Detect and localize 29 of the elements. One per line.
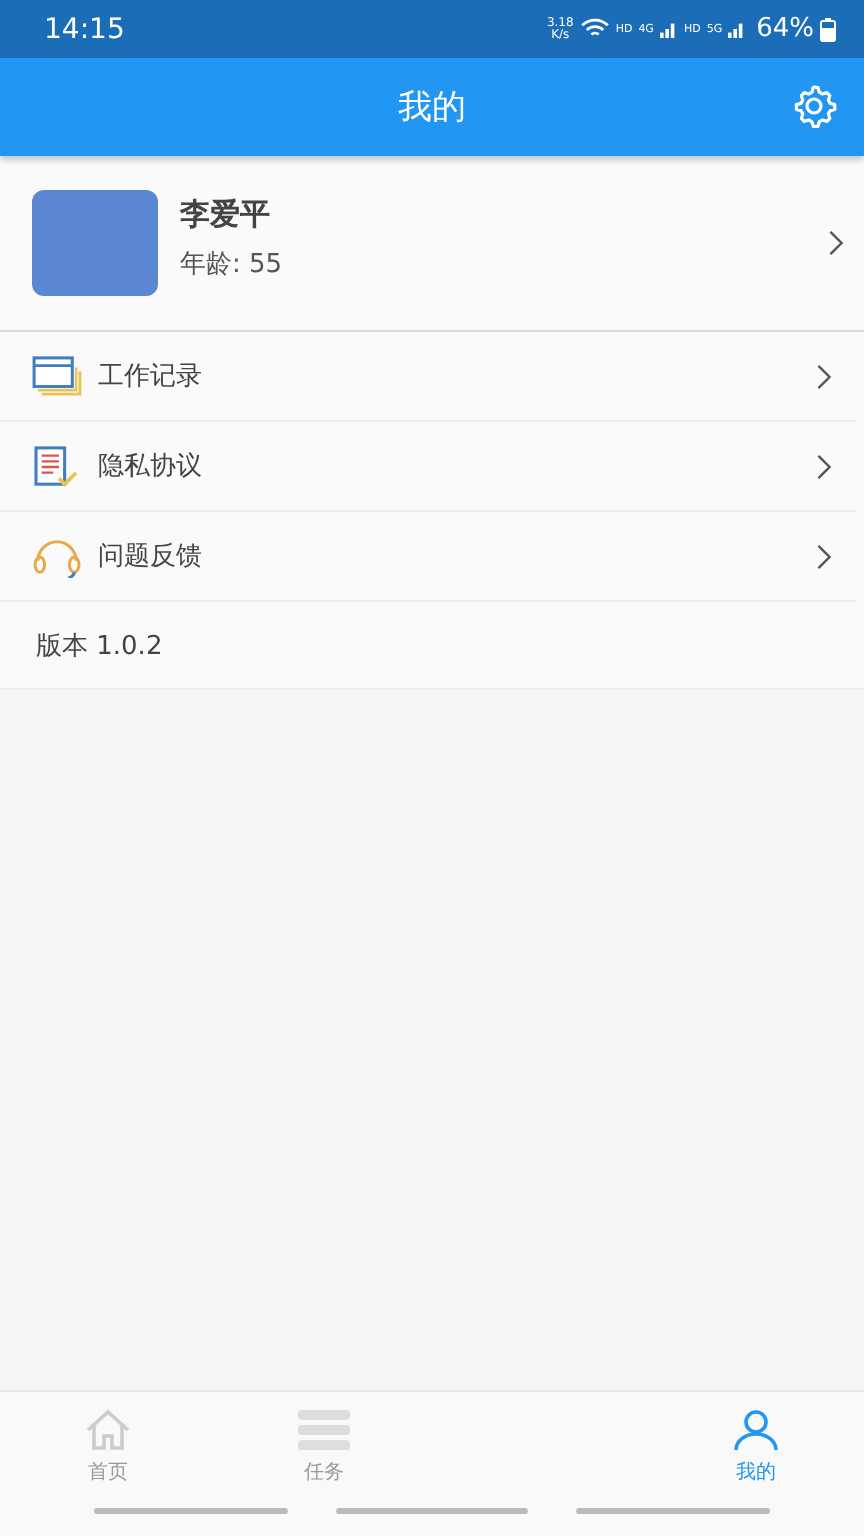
document-check-icon: [32, 445, 82, 487]
battery-level: 64%: [756, 14, 814, 44]
menu-label: 问题反馈: [98, 540, 204, 574]
menu-item[interactable]: 问题反馈: [0, 512, 856, 602]
signal-icon: [728, 20, 747, 38]
wifi-icon: [579, 18, 610, 40]
menu-label: 隐私协议: [98, 450, 204, 484]
menu-item[interactable]: 隐私协议: [0, 422, 856, 512]
menu-item[interactable]: 工作记录: [0, 332, 856, 422]
window-stack-icon: [32, 355, 82, 397]
user-name: 李爱平: [180, 196, 272, 234]
battery-icon: [820, 17, 836, 41]
person-icon: [732, 1407, 780, 1451]
chevron-icon: [816, 453, 832, 479]
profile-row[interactable]: 李爱平 年龄: 55: [0, 156, 864, 332]
stack-icon: [296, 1407, 352, 1451]
user-age: 年龄: 55: [180, 248, 285, 282]
page-title: 我的: [398, 86, 466, 130]
chevron-icon: [828, 230, 844, 256]
version-text: 版本 1.0.2: [36, 629, 163, 663]
settings-icon[interactable]: [790, 82, 838, 130]
chevron-icon: [816, 543, 832, 569]
avatar: [32, 190, 158, 296]
chevron-icon: [816, 363, 832, 389]
house-icon: [84, 1407, 132, 1451]
headset-icon: [32, 535, 82, 577]
status-time: 14:15: [44, 13, 125, 45]
menu-label: 工作记录: [98, 360, 204, 394]
signal-icon: [659, 20, 678, 38]
